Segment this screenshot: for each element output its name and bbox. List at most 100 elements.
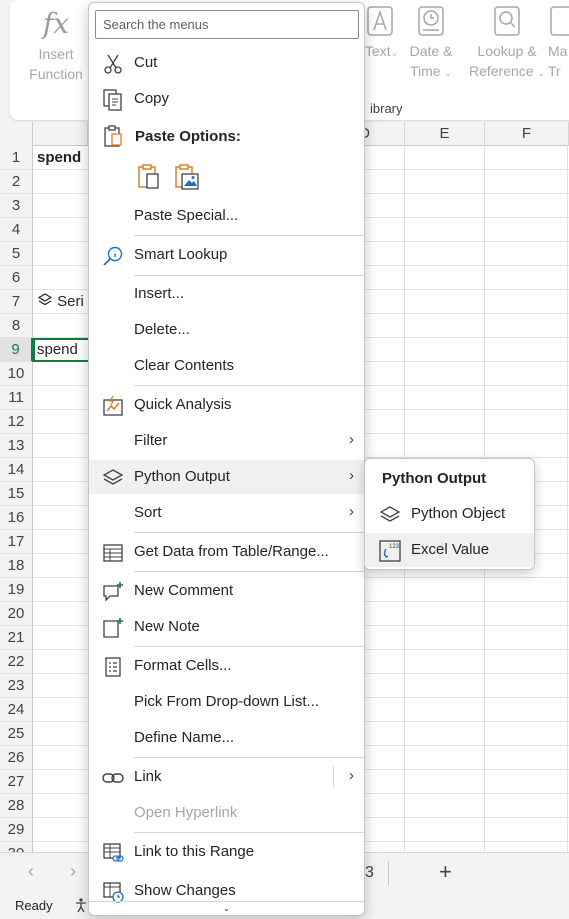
- submenu-item-python-object[interactable]: Python Object: [365, 497, 534, 531]
- menu-separator: [134, 646, 364, 647]
- format-cells-icon: [105, 657, 121, 677]
- row-header[interactable]: 28: [0, 794, 33, 818]
- row-header[interactable]: 21: [0, 626, 33, 650]
- sheet-tab[interactable]: 3: [365, 864, 374, 882]
- new-comment-label: New Comment: [134, 582, 234, 599]
- show-changes-label: Show Changes: [134, 882, 236, 899]
- python-output-label: Python Output: [134, 468, 230, 485]
- row-header[interactable]: 29: [0, 818, 33, 842]
- scroll-left-icon[interactable]: ‹: [28, 861, 34, 882]
- row-header[interactable]: 5: [0, 242, 33, 266]
- select-all-corner[interactable]: [0, 122, 33, 146]
- menu-item-format-cells[interactable]: Format Cells...: [89, 649, 364, 683]
- text-functions-button[interactable]: Text⌄: [365, 4, 398, 63]
- row-header[interactable]: 11: [0, 386, 33, 410]
- menu-item-cut[interactable]: Cut: [89, 46, 364, 80]
- row-header[interactable]: 17: [0, 530, 33, 554]
- menu-item-new-comment[interactable]: New Comment: [89, 574, 364, 608]
- row-header[interactable]: 10: [0, 362, 33, 386]
- row-header[interactable]: 4: [0, 218, 33, 242]
- scroll-right-icon[interactable]: ›: [70, 861, 76, 882]
- row-header[interactable]: 3: [0, 194, 33, 218]
- column-header-a[interactable]: [33, 122, 88, 146]
- menu-search-input[interactable]: [95, 10, 359, 39]
- row-header[interactable]: 22: [0, 650, 33, 674]
- row-header[interactable]: 8: [0, 314, 33, 338]
- menu-item-open-hyperlink: Open Hyperlink: [89, 796, 364, 830]
- column-header-e[interactable]: E: [405, 122, 485, 146]
- link-range-icon: [103, 843, 124, 862]
- menu-separator: [134, 571, 364, 572]
- row-header[interactable]: 26: [0, 746, 33, 770]
- cut-label: Cut: [134, 54, 158, 71]
- menu-item-get-data[interactable]: Get Data from Table/Range...: [89, 535, 364, 569]
- row-header[interactable]: 9: [0, 338, 33, 362]
- menu-item-filter[interactable]: Filter ›: [89, 424, 364, 458]
- submenu-item-excel-value[interactable]: 123 Excel Value: [365, 533, 534, 567]
- menu-item-link-to-range[interactable]: Link to this Range: [89, 835, 364, 869]
- math-trig-button[interactable]: Ma Tr: [548, 4, 569, 81]
- row-header[interactable]: 14: [0, 458, 33, 482]
- row-header[interactable]: 7: [0, 290, 33, 314]
- menu-item-new-note[interactable]: New Note: [89, 610, 364, 644]
- row-header[interactable]: 6: [0, 266, 33, 290]
- link-range-label: Link to this Range: [134, 843, 255, 860]
- row-header[interactable]: 27: [0, 770, 33, 794]
- clipboard-icon: [104, 125, 122, 147]
- row-header[interactable]: 20: [0, 602, 33, 626]
- chevron-right-icon: ›: [349, 431, 354, 448]
- row-header[interactable]: 25: [0, 722, 33, 746]
- menu-item-clear-contents[interactable]: Clear Contents: [89, 349, 364, 383]
- paste-options-label: Paste Options:: [135, 128, 241, 145]
- column-header-f[interactable]: F: [485, 122, 569, 146]
- row-header[interactable]: 18: [0, 554, 33, 578]
- submenu-title: Python Output: [382, 470, 487, 487]
- delete-label: Delete...: [134, 321, 190, 338]
- row-header[interactable]: 16: [0, 506, 33, 530]
- cell-a1[interactable]: spend: [37, 146, 81, 170]
- new-comment-icon: [103, 582, 123, 602]
- chevron-right-icon: ›: [349, 503, 354, 520]
- menu-item-delete[interactable]: Delete...: [89, 313, 364, 347]
- row-header[interactable]: 1: [0, 146, 33, 170]
- chevron-right-icon[interactable]: ›: [349, 767, 354, 784]
- row-header[interactable]: 15: [0, 482, 33, 506]
- add-sheet-button[interactable]: +: [439, 859, 452, 885]
- cell-a7[interactable]: Seri: [37, 290, 84, 314]
- menu-item-copy[interactable]: Copy: [89, 82, 364, 116]
- lookup-reference-button[interactable]: Lookup & Reference ⌄: [468, 4, 546, 83]
- menu-item-insert[interactable]: Insert...: [89, 277, 364, 311]
- menu-item-paste-special[interactable]: Paste Special...: [89, 199, 364, 233]
- menu-item-python-output[interactable]: Python Output ›: [89, 460, 364, 494]
- chevron-down-icon[interactable]: ⌄: [89, 901, 364, 915]
- pick-list-label: Pick From Drop-down List...: [134, 693, 320, 710]
- copy-icon: [103, 89, 122, 111]
- row-header[interactable]: 12: [0, 410, 33, 434]
- menu-item-sort[interactable]: Sort ›: [89, 496, 364, 530]
- accessibility-icon[interactable]: [73, 897, 89, 913]
- menu-separator: [134, 235, 364, 236]
- menu-item-define-name[interactable]: Define Name...: [89, 721, 364, 755]
- paste-special-label: Paste Special...: [134, 207, 239, 224]
- row-header[interactable]: 2: [0, 170, 33, 194]
- scissors-icon: [104, 54, 122, 74]
- copy-label: Copy: [134, 90, 170, 107]
- menu-item-smart-lookup[interactable]: Smart Lookup: [89, 238, 364, 272]
- quick-analysis-icon: [103, 395, 123, 416]
- row-header[interactable]: 23: [0, 674, 33, 698]
- row-header[interactable]: 24: [0, 698, 33, 722]
- smart-lookup-icon: [103, 246, 123, 266]
- paste-picture-icon[interactable]: [173, 163, 201, 191]
- clear-contents-label: Clear Contents: [134, 357, 235, 374]
- row-header[interactable]: 19: [0, 578, 33, 602]
- paste-icon[interactable]: [135, 163, 163, 191]
- menu-item-pick-from-list[interactable]: Pick From Drop-down List...: [89, 685, 364, 719]
- date-time-button[interactable]: Date & Time ⌄: [406, 4, 456, 83]
- row-header[interactable]: 13: [0, 434, 33, 458]
- menu-item-link[interactable]: Link ›: [89, 760, 364, 794]
- quick-analysis-label: Quick Analysis: [134, 396, 232, 413]
- new-note-icon: [103, 618, 123, 638]
- insert-function-button[interactable]: fx Insert Function: [24, 4, 88, 84]
- menu-item-quick-analysis[interactable]: Quick Analysis: [89, 388, 364, 422]
- menu-separator: [134, 757, 364, 758]
